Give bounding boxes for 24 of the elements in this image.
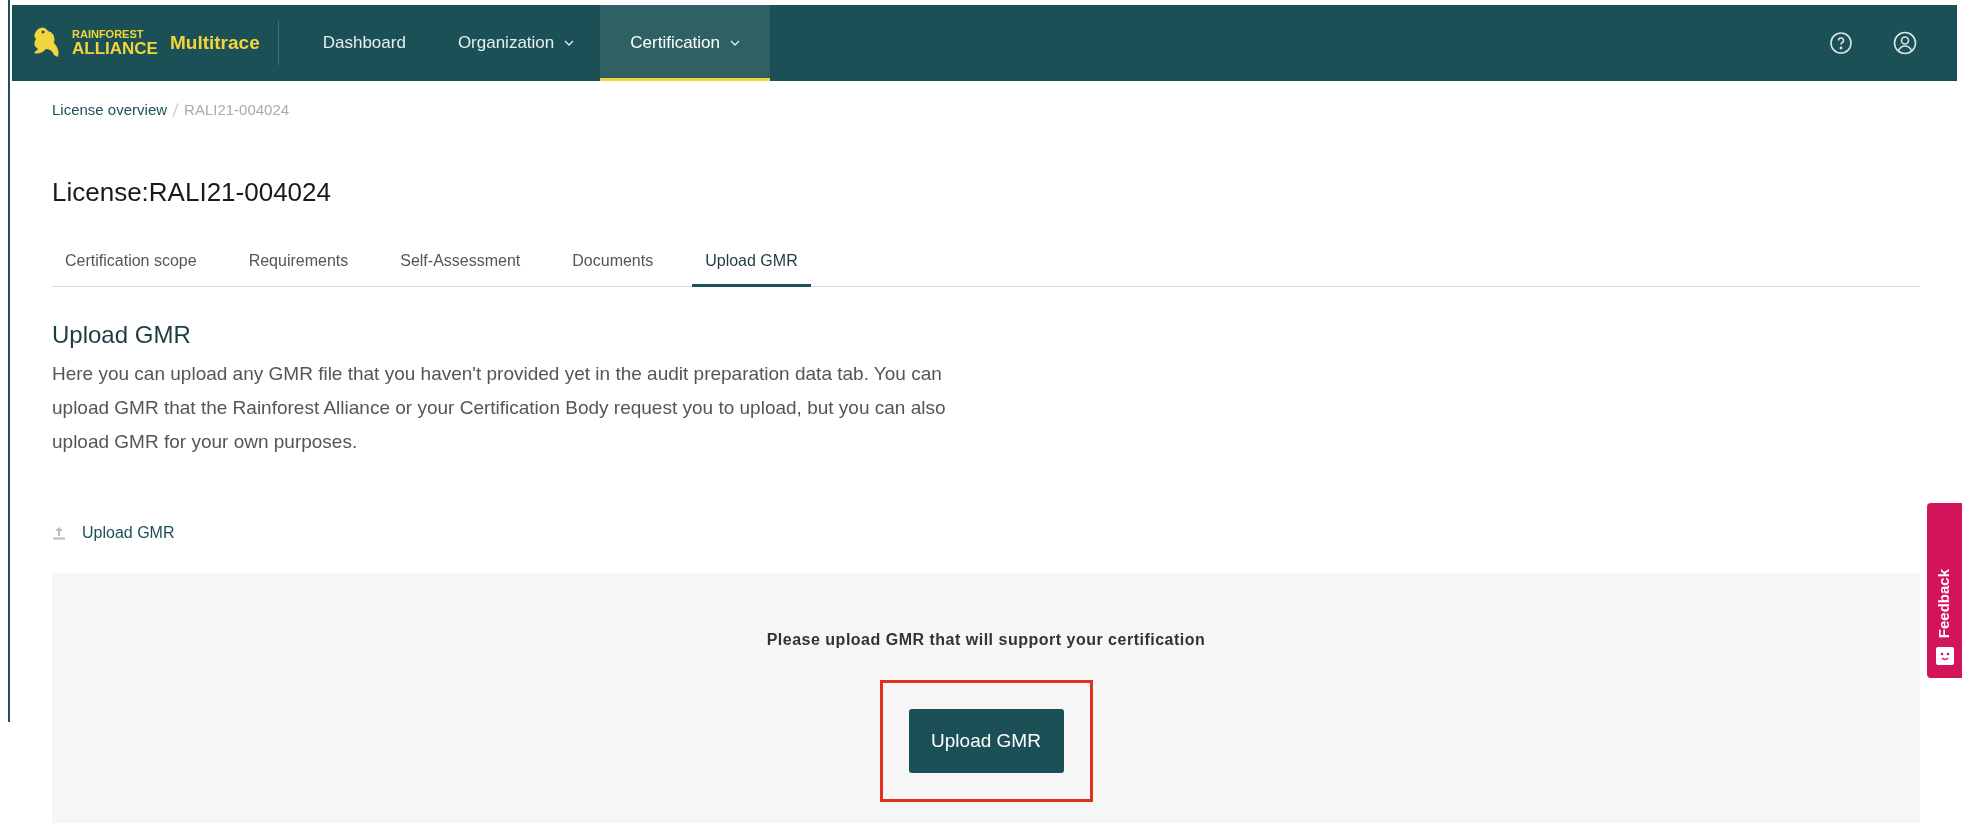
tab[interactable]: Certification scope [52, 237, 210, 287]
upload-link[interactable]: Upload GMR [52, 521, 175, 545]
nav-item[interactable]: Organization [431, 5, 601, 81]
breadcrumb-link[interactable]: License overview [52, 98, 168, 122]
upload-icon [52, 526, 66, 540]
user-icon[interactable] [1893, 31, 1917, 55]
section-description: Here you can upload any GMR file that you haven't provided yet in the audit preparation data tab. You can upload GMR that the Rainforest Alliance or your Certification Body request you to upload, but you can also upload GMR for your own purposes. [52, 362, 947, 454]
logo-text: RAINFOREST [72, 29, 145, 40]
nav-item[interactable]: Dashboard [296, 5, 432, 81]
upload-prompt: Please upload GMR that will support your certification [766, 630, 1206, 650]
app-name: Multitrace [169, 30, 260, 55]
breadcrumb-current: RALI21-004024 [184, 99, 290, 120]
feedback-tab[interactable]: Feedback [1927, 503, 1962, 678]
tab[interactable]: Documents [559, 237, 667, 287]
logo-text: ALLIANCE [72, 40, 158, 57]
section-heading: Upload GMR [52, 320, 192, 350]
tab[interactable]: Self-Assessment [387, 237, 534, 287]
nav-item[interactable]: Certification [600, 5, 771, 81]
page-title: License:RALI21-004024 [52, 176, 332, 209]
tab[interactable]: Upload GMR [692, 237, 811, 287]
help-icon[interactable] [1829, 31, 1853, 55]
smiley-icon [1934, 646, 1955, 666]
upload-button[interactable]: Upload GMR [908, 709, 1064, 773]
tab[interactable]: Requirements [235, 237, 362, 287]
